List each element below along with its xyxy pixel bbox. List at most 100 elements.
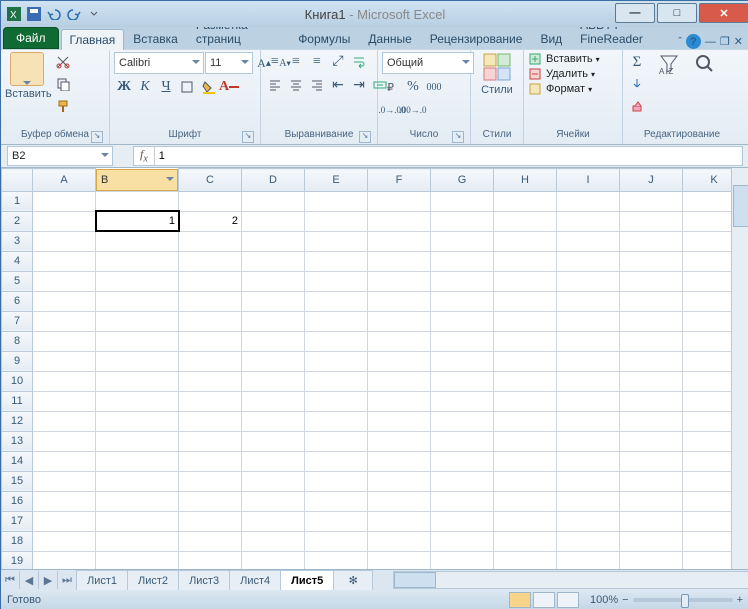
cell-H17[interactable] — [494, 511, 557, 531]
font-name-select[interactable]: Calibri — [114, 52, 204, 74]
cell-I16[interactable] — [557, 491, 620, 511]
cell-A13[interactable] — [33, 431, 96, 451]
find-select-button[interactable] — [693, 52, 725, 76]
row-header-5[interactable]: 5 — [2, 271, 33, 291]
bold-button[interactable]: Ж — [114, 77, 134, 97]
align-middle-icon[interactable]: ≡ — [286, 52, 306, 72]
cell-G9[interactable] — [431, 351, 494, 371]
cell-H8[interactable] — [494, 331, 557, 351]
sheet-nav-prev-icon[interactable]: ◀ — [20, 571, 39, 589]
cell-D18[interactable] — [242, 531, 305, 551]
col-header-C[interactable]: C — [179, 169, 242, 192]
cell-D2[interactable] — [242, 211, 305, 231]
copy-icon[interactable] — [53, 74, 73, 94]
font-dialog-icon[interactable]: ↘ — [242, 131, 254, 143]
clipboard-dialog-icon[interactable]: ↘ — [91, 131, 103, 143]
cell-J2[interactable] — [620, 211, 683, 231]
cell-E6[interactable] — [305, 291, 368, 311]
cell-B9[interactable] — [96, 351, 179, 371]
cell-D8[interactable] — [242, 331, 305, 351]
row-header-13[interactable]: 13 — [2, 431, 33, 451]
cell-B17[interactable] — [96, 511, 179, 531]
align-dialog-icon[interactable]: ↘ — [359, 131, 371, 143]
cell-E19[interactable] — [305, 551, 368, 569]
cell-A19[interactable] — [33, 551, 96, 569]
cell-F18[interactable] — [368, 531, 431, 551]
cell-F7[interactable] — [368, 311, 431, 331]
cell-F9[interactable] — [368, 351, 431, 371]
cell-C12[interactable] — [179, 411, 242, 431]
cell-B3[interactable] — [96, 231, 179, 251]
sheet-tab-Лист3[interactable]: Лист3 — [178, 570, 230, 591]
cell-E5[interactable] — [305, 271, 368, 291]
cell-B8[interactable] — [96, 331, 179, 351]
cell-B16[interactable] — [96, 491, 179, 511]
cell-C16[interactable] — [179, 491, 242, 511]
percent-icon[interactable]: % — [403, 77, 423, 97]
cell-J6[interactable] — [620, 291, 683, 311]
cell-G11[interactable] — [431, 391, 494, 411]
cell-D5[interactable] — [242, 271, 305, 291]
cell-B13[interactable] — [96, 431, 179, 451]
cell-J14[interactable] — [620, 451, 683, 471]
row-header-10[interactable]: 10 — [2, 371, 33, 391]
close-button[interactable]: ✕ — [699, 3, 748, 23]
cell-I8[interactable] — [557, 331, 620, 351]
row-header-2[interactable]: 2 — [2, 211, 33, 231]
cell-B15[interactable] — [96, 471, 179, 491]
cell-A8[interactable] — [33, 331, 96, 351]
cell-D4[interactable] — [242, 251, 305, 271]
cell-H18[interactable] — [494, 531, 557, 551]
cell-G14[interactable] — [431, 451, 494, 471]
minimize-button[interactable]: — — [615, 3, 655, 23]
vertical-scrollbar[interactable] — [731, 168, 748, 569]
cell-A17[interactable] — [33, 511, 96, 531]
cell-I6[interactable] — [557, 291, 620, 311]
cell-I13[interactable] — [557, 431, 620, 451]
cell-E3[interactable] — [305, 231, 368, 251]
cell-G2[interactable] — [431, 211, 494, 231]
clear-icon[interactable] — [627, 96, 647, 116]
cell-A4[interactable] — [33, 251, 96, 271]
select-all-button[interactable] — [2, 169, 33, 192]
cell-F14[interactable] — [368, 451, 431, 471]
cell-A3[interactable] — [33, 231, 96, 251]
cell-D13[interactable] — [242, 431, 305, 451]
cell-E4[interactable] — [305, 251, 368, 271]
sheet-nav-first-icon[interactable]: ⏮ — [1, 571, 20, 589]
cell-E14[interactable] — [305, 451, 368, 471]
cell-F1[interactable] — [368, 191, 431, 211]
cell-C9[interactable] — [179, 351, 242, 371]
cell-D19[interactable] — [242, 551, 305, 569]
cell-B11[interactable] — [96, 391, 179, 411]
qat-dropdown-icon[interactable] — [85, 5, 103, 23]
sort-filter-button[interactable]: A↓Z — [657, 52, 689, 76]
row-header-12[interactable]: 12 — [2, 411, 33, 431]
tab-review[interactable]: Рецензирование — [421, 28, 532, 49]
cell-J10[interactable] — [620, 371, 683, 391]
fill-icon[interactable] — [627, 74, 647, 94]
cut-icon[interactable] — [53, 52, 73, 72]
cell-D9[interactable] — [242, 351, 305, 371]
zoom-in-button[interactable]: + — [737, 594, 743, 606]
cell-B4[interactable] — [96, 251, 179, 271]
cell-G12[interactable] — [431, 411, 494, 431]
col-header-E[interactable]: E — [305, 169, 368, 192]
row-header-3[interactable]: 3 — [2, 231, 33, 251]
currency-icon[interactable]: ₽ — [382, 77, 402, 97]
cell-C3[interactable] — [179, 231, 242, 251]
cell-D15[interactable] — [242, 471, 305, 491]
tab-formulas[interactable]: Формулы — [289, 28, 359, 49]
cell-C7[interactable] — [179, 311, 242, 331]
cell-A14[interactable] — [33, 451, 96, 471]
cell-H14[interactable] — [494, 451, 557, 471]
cells-delete-button[interactable]: Удалить▾ — [528, 67, 595, 81]
cell-B7[interactable] — [96, 311, 179, 331]
cell-F4[interactable] — [368, 251, 431, 271]
cell-C19[interactable] — [179, 551, 242, 569]
cell-C11[interactable] — [179, 391, 242, 411]
cell-A1[interactable] — [33, 191, 96, 211]
cell-B10[interactable] — [96, 371, 179, 391]
cell-C14[interactable] — [179, 451, 242, 471]
excel-icon[interactable]: X — [5, 5, 23, 23]
